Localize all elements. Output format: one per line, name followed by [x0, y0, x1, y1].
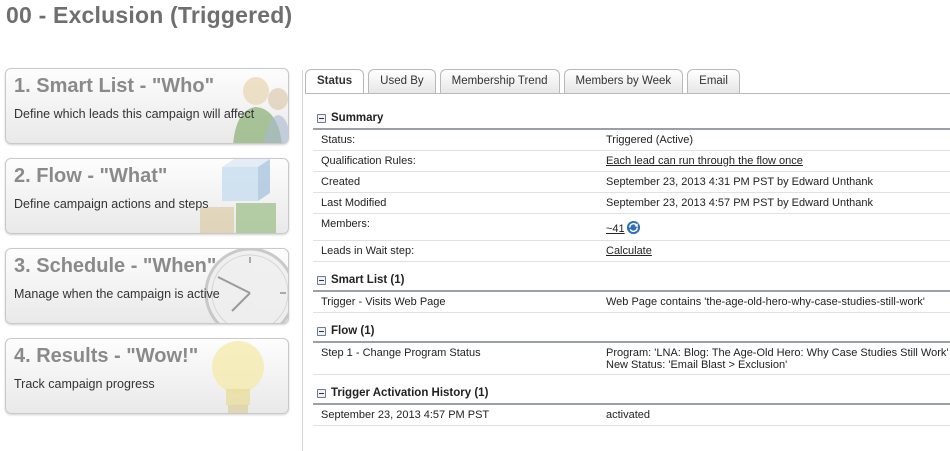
flow-step-new-status: New Status: 'Email Blast > Exclusion'	[606, 359, 788, 371]
tab-used-by[interactable]: Used By	[368, 69, 436, 93]
table-row: Step 1 - Change Program Status Program: …	[313, 343, 950, 375]
step-schedule[interactable]: 3. Schedule - "When" Manage when the cam…	[5, 248, 289, 324]
flow-step-program: Program: 'LNA: Blog: The Age-Old Hero: W…	[606, 347, 949, 359]
table-row: Created September 23, 2013 4:31 PM PST b…	[313, 172, 950, 193]
history-action: activated	[606, 409, 651, 421]
members-count-link[interactable]: ~41	[606, 223, 625, 235]
tab-status[interactable]: Status	[305, 69, 365, 94]
collapse-icon[interactable]	[317, 388, 326, 398]
history-date: September 23, 2013 4:57 PM PST	[321, 409, 490, 421]
collapse-icon[interactable]	[317, 113, 326, 123]
step-title: 3. Schedule - "When"	[14, 255, 217, 277]
section-title: Trigger Activation History (1)	[331, 387, 489, 399]
qualification-rules-link[interactable]: Each lead can run through the flow once	[606, 155, 803, 167]
tab-bar: Status Used By Membership Trend Members …	[305, 69, 744, 94]
tab-members-by-week[interactable]: Members by Week	[563, 69, 684, 93]
step-description: Define campaign actions and steps	[14, 197, 209, 211]
field-value: September 23, 2013 4:31 PM PST by Edward…	[606, 176, 874, 188]
calculate-link[interactable]: Calculate	[606, 245, 652, 257]
section-title: Smart List (1)	[331, 274, 405, 286]
refresh-icon[interactable]	[626, 220, 641, 235]
status-content: Summary Status: Triggered (Active) Quali…	[313, 108, 950, 426]
step-description: Manage when the campaign is active	[14, 287, 220, 301]
page-title: 00 - Exclusion (Triggered)	[6, 2, 293, 28]
step-description: Define which leads this campaign will af…	[14, 107, 255, 121]
field-label: Last Modified	[321, 197, 387, 209]
panel-divider	[302, 70, 303, 451]
campaign-steps: 1. Smart List - "Who" Define which leads…	[5, 68, 289, 428]
collapse-icon[interactable]	[317, 326, 326, 336]
field-label: Qualification Rules:	[321, 155, 416, 167]
table-row: Members: ~41	[313, 214, 950, 241]
trigger-value: Web Page contains 'the-age-old-hero-why-…	[606, 296, 925, 308]
collapse-icon[interactable]	[317, 275, 326, 285]
section-smart-list-header: Smart List (1)	[313, 270, 950, 292]
step-description: Track campaign progress	[14, 377, 155, 391]
section-title: Summary	[331, 112, 384, 124]
tab-membership-trend[interactable]: Membership Trend	[439, 69, 560, 93]
section-summary-header: Summary	[313, 108, 950, 130]
table-row: September 23, 2013 4:57 PM PST activated	[313, 405, 950, 426]
field-label: Created	[321, 176, 361, 188]
step-smart-list[interactable]: 1. Smart List - "Who" Define which leads…	[5, 68, 289, 144]
step-title: 2. Flow - "What"	[14, 165, 168, 187]
field-label: Members:	[321, 218, 370, 230]
section-title: Flow (1)	[331, 325, 375, 337]
table-row: Status: Triggered (Active)	[313, 130, 950, 151]
step-title: 4. Results - "Wow!"	[14, 345, 199, 367]
trigger-label: Trigger - Visits Web Page	[321, 296, 446, 308]
section-flow-header: Flow (1)	[313, 321, 950, 343]
step-flow[interactable]: 2. Flow - "What" Define campaign actions…	[5, 158, 289, 234]
step-results[interactable]: 4. Results - "Wow!" Track campaign progr…	[5, 338, 289, 414]
field-value: Triggered (Active)	[606, 134, 694, 146]
field-label: Leads in Wait step:	[321, 245, 415, 257]
section-history-header: Trigger Activation History (1)	[313, 383, 950, 405]
table-row: Trigger - Visits Web Page Web Page conta…	[313, 292, 950, 313]
tab-underline	[305, 93, 950, 94]
table-row: Last Modified September 23, 2013 4:57 PM…	[313, 193, 950, 214]
tab-email[interactable]: Email	[687, 69, 740, 93]
table-row: Qualification Rules: Each lead can run t…	[313, 151, 950, 172]
table-row: Leads in Wait step: Calculate	[313, 241, 950, 262]
flow-step-label: Step 1 - Change Program Status	[321, 347, 481, 359]
field-label: Status:	[321, 134, 356, 146]
field-value: September 23, 2013 4:57 PM PST by Edward…	[606, 197, 874, 209]
step-title: 1. Smart List - "Who"	[14, 75, 215, 97]
